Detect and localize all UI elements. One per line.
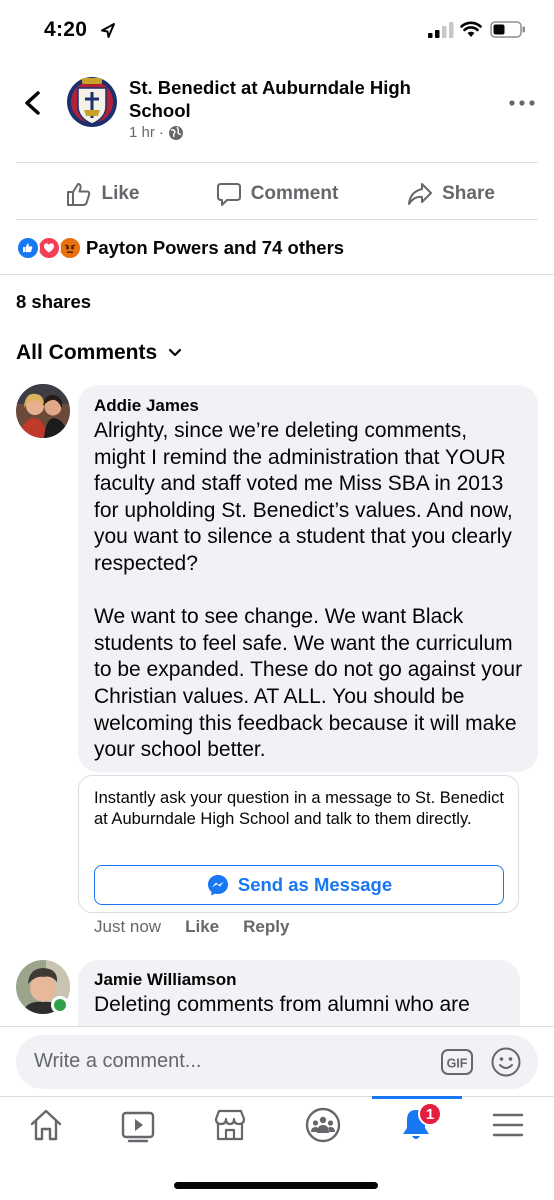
comment-author[interactable]: Jamie Williamson: [94, 970, 514, 990]
comment-author[interactable]: Addie James: [94, 396, 524, 416]
like-button[interactable]: Like: [16, 170, 190, 218]
marketplace-icon[interactable]: [210, 1105, 250, 1145]
home-icon[interactable]: [26, 1105, 66, 1145]
angry-reaction-icon: [58, 236, 82, 260]
like-reaction-icon: [16, 236, 40, 260]
comment-label: Comment: [250, 183, 339, 204]
clock-text: 4:20: [44, 18, 88, 41]
comment-meta: Just now Like Reply: [94, 917, 289, 937]
messenger-icon: [207, 875, 228, 896]
wifi-icon: [460, 21, 482, 37]
share-button[interactable]: Share: [364, 170, 538, 218]
share-label: Share: [442, 183, 495, 204]
active-tab-indicator: [372, 1096, 462, 1099]
back-arrow-icon[interactable]: [18, 88, 48, 118]
gif-icon[interactable]: GIF: [440, 1047, 474, 1077]
status-bar: 4:20: [0, 0, 554, 58]
comment-button[interactable]: Comment: [190, 170, 364, 218]
menu-icon[interactable]: [488, 1105, 528, 1145]
battery-icon: [490, 21, 525, 38]
comment-time[interactable]: Just now: [94, 917, 161, 937]
school-crest-logo[interactable]: [66, 72, 118, 132]
send-as-message-button[interactable]: Send as Message: [94, 865, 504, 905]
reaction-icons: [16, 236, 82, 260]
share-arrow-icon: [408, 183, 433, 205]
comments-filter-dropdown[interactable]: All Comments: [16, 341, 183, 365]
thumbs-up-icon: [67, 183, 91, 206]
comment-composer: Write a comment... GIF: [0, 1026, 554, 1096]
reactions-text: Payton Powers and 74 others: [86, 237, 345, 258]
home-indicator: [174, 1182, 378, 1189]
divider: [16, 162, 538, 163]
notifications-badge: 1: [418, 1102, 442, 1126]
status-time: 4:20: [44, 18, 115, 42]
like-label: Like: [101, 183, 140, 204]
comment-like-link[interactable]: Like: [185, 917, 219, 937]
comment-text: Alrighty, since we’re deleting comments,…: [94, 419, 523, 762]
avatar[interactable]: [16, 384, 70, 438]
post-meta: 1 hr ·: [129, 124, 184, 141]
divider: [0, 274, 554, 275]
watch-video-icon[interactable]: [118, 1105, 158, 1145]
comment-reply-link[interactable]: Reply: [243, 917, 289, 937]
meta-separator: ·: [158, 124, 164, 141]
emoji-icon[interactable]: [490, 1046, 522, 1078]
groups-icon[interactable]: [303, 1105, 343, 1145]
globe-icon: [168, 125, 183, 140]
divider: [16, 219, 538, 220]
message-prompt-text: Instantly ask your question in a message…: [94, 789, 504, 828]
send-as-message-label: Send as Message: [237, 874, 393, 895]
comment-bubble: Addie James Alrighty, since we’re deleti…: [78, 385, 538, 772]
more-options-icon[interactable]: [508, 96, 536, 110]
love-reaction-icon: [37, 236, 61, 260]
comment-text: Deleting comments from alumni who are: [94, 993, 470, 1016]
location-arrow-icon: [101, 23, 115, 38]
comment-input[interactable]: Write a comment... GIF: [16, 1035, 538, 1089]
comment-input-placeholder: Write a comment...: [34, 1050, 202, 1072]
online-status-indicator: [51, 996, 69, 1014]
message-prompt-card: Instantly ask your question in a message…: [78, 775, 519, 913]
reactions-summary[interactable]: Payton Powers and 74 others: [16, 234, 344, 262]
comment-bubble-icon: [216, 183, 241, 206]
chevron-down-icon: [169, 348, 182, 357]
bottom-tab-bar: 1: [0, 1096, 554, 1200]
post-header: St. Benedict at Auburndale High School 1…: [0, 58, 554, 162]
gif-label: GIF: [447, 1057, 468, 1071]
post-actions: Like Comment Share: [16, 170, 538, 218]
cellular-signal-icon: [428, 22, 454, 38]
comments-filter-label: All Comments: [16, 341, 158, 364]
page-name[interactable]: St. Benedict at Auburndale High School: [129, 76, 449, 122]
post-time[interactable]: 1 hr: [129, 124, 155, 141]
shares-count[interactable]: 8 shares: [16, 291, 91, 313]
